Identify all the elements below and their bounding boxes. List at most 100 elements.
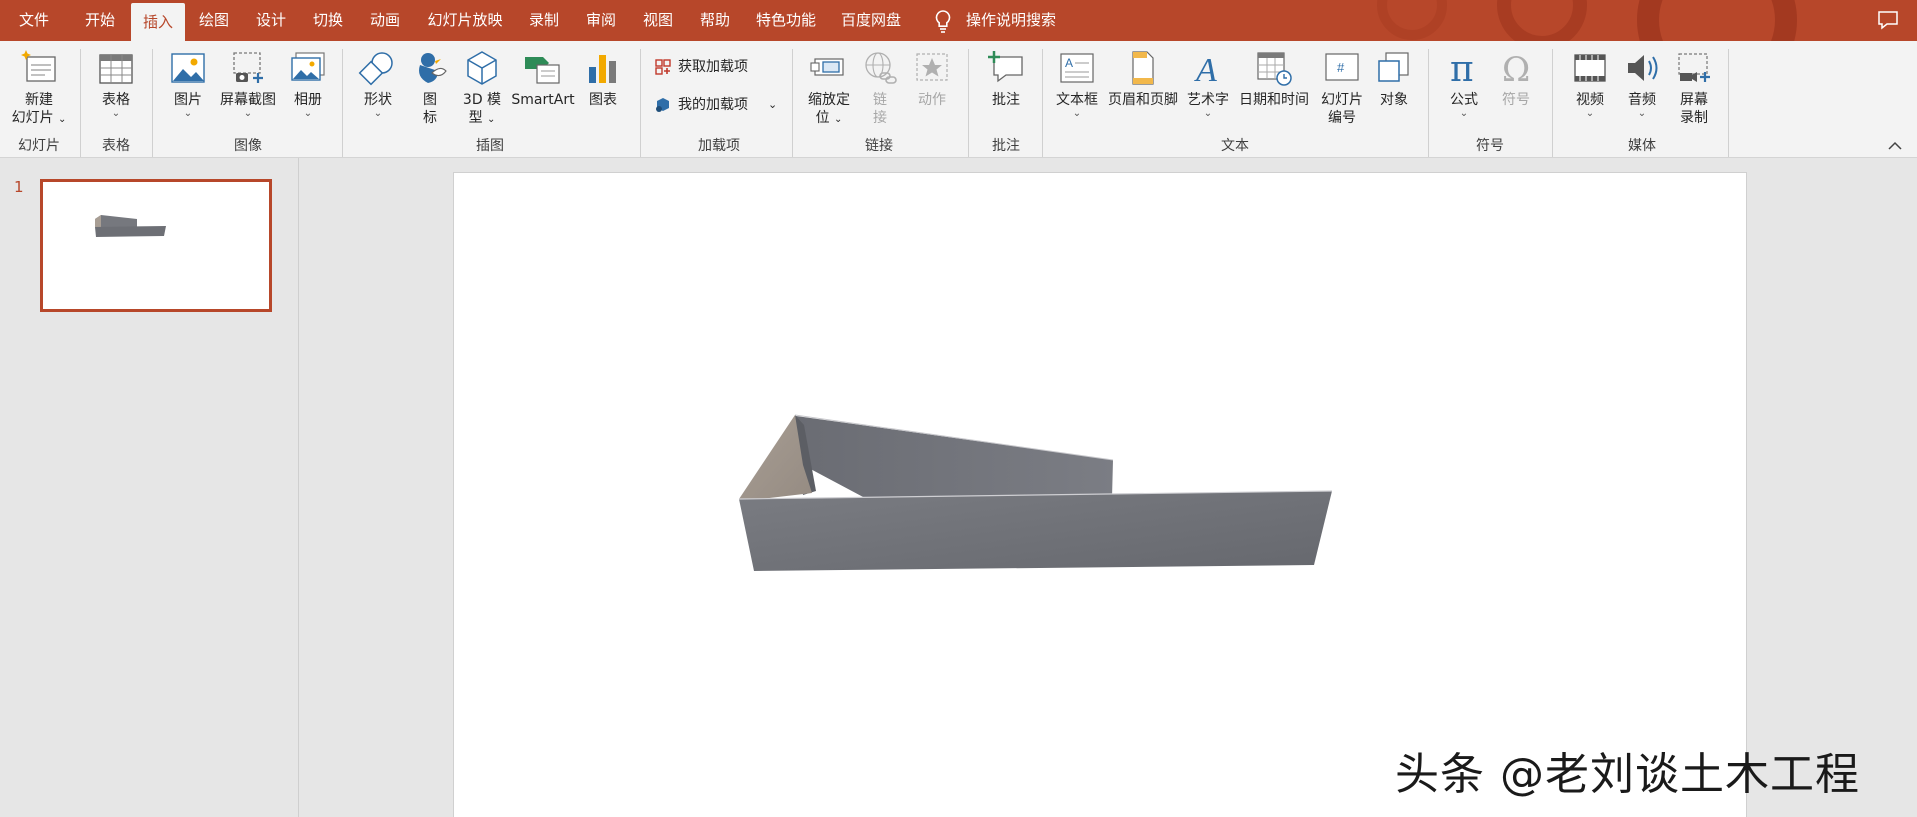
tab-help[interactable]: 帮助 [691, 0, 739, 41]
3d-models-label-line2: 型 [468, 110, 483, 126]
omega-icon: Ω [1502, 50, 1530, 87]
slide-number-icon: # [1325, 53, 1359, 81]
decorative-circle [1497, 0, 1587, 41]
3d-models-button[interactable]: 3D 模 型 ⌄ [458, 49, 506, 129]
wordart-button[interactable]: A 艺术字 ⌄ [1184, 49, 1232, 119]
date-time-label: 日期和时间 [1239, 92, 1309, 108]
star-action-icon [916, 53, 948, 81]
tab-record[interactable]: 录制 [520, 0, 568, 41]
picture-button[interactable]: 图片 ⌄ [166, 49, 210, 119]
object-button[interactable]: 对象 [1372, 49, 1416, 109]
tab-draw[interactable]: 绘图 [190, 0, 238, 41]
smartart-button[interactable]: SmartArt [510, 49, 576, 109]
tab-insert[interactable]: 插入 [131, 3, 185, 41]
chart-label: 图表 [589, 92, 617, 108]
new-comment-icon [988, 51, 1023, 83]
tab-view[interactable]: 视图 [634, 0, 682, 41]
chevron-down-icon: ⌄ [1585, 108, 1595, 119]
tell-me-search[interactable]: 操作说明搜索 [966, 0, 1076, 41]
group-divider [1728, 49, 1729, 157]
slide-number-button[interactable]: # 幻灯片 编号 [1316, 49, 1368, 127]
icons-icon [419, 53, 447, 83]
new-slide-button[interactable]: 新建 幻灯片 ⌄ [8, 49, 70, 129]
tab-slideshow[interactable]: 幻灯片放映 [420, 0, 510, 41]
tab-animations[interactable]: 动画 [361, 0, 409, 41]
comments-icon[interactable] [1877, 10, 1899, 30]
symbol-button[interactable]: Ω 符号 [1494, 49, 1538, 109]
shapes-label: 形状 [364, 92, 392, 108]
group-divider [1042, 49, 1043, 157]
group-label-symbols: 符号 [1476, 138, 1504, 154]
chevron-down-icon: ⌄ [834, 114, 843, 125]
svg-text:A: A [1194, 52, 1217, 87]
group-label-links: 链接 [865, 138, 893, 154]
svg-text:A: A [1065, 56, 1073, 70]
ribbon: 新建 幻灯片 ⌄ 幻灯片 表格 ⌄ 表格 图片 ⌄ 屏幕截图 ⌄ 相册 ⌄ 图像… [0, 41, 1917, 158]
3d-model-shape[interactable] [454, 173, 1748, 817]
new-slide-label-line2: 幻灯片 [11, 110, 54, 126]
collapse-ribbon-icon[interactable] [1887, 139, 1903, 151]
shapes-button[interactable]: 形状 ⌄ [356, 49, 400, 119]
header-footer-label: 页眉和页脚 [1108, 92, 1178, 108]
tab-features[interactable]: 特色功能 [750, 0, 822, 41]
comment-label: 批注 [992, 92, 1020, 108]
screenshot-button[interactable]: 屏幕截图 ⌄ [216, 49, 280, 119]
action-label: 动作 [918, 92, 946, 108]
svg-text:π: π [1450, 49, 1474, 87]
3d-models-label-line1: 3D 模 [462, 92, 502, 108]
decorative-circle [1637, 0, 1797, 41]
slide-canvas[interactable] [453, 172, 1747, 817]
get-addins-button[interactable]: 获取加载项 [654, 56, 784, 78]
date-time-button[interactable]: 日期和时间 [1236, 49, 1312, 109]
equation-label: 公式 [1450, 92, 1478, 108]
svg-text:Ω: Ω [1502, 50, 1530, 87]
calendar-clock-icon [1257, 52, 1292, 86]
zoom-button[interactable]: 缩放定 位 ⌄ [804, 49, 854, 129]
svg-text:#: # [1337, 60, 1345, 75]
chevron-down-icon: ⌄ [1203, 108, 1213, 119]
shapes-icon [358, 52, 393, 86]
group-divider [792, 49, 793, 157]
screen-recording-button[interactable]: 屏幕 录制 [1672, 49, 1716, 127]
tab-design[interactable]: 设计 [247, 0, 295, 41]
video-button[interactable]: 视频 ⌄ [1568, 49, 1612, 119]
slide-number: 1 [14, 178, 24, 196]
zoom-label-line2: 位 [815, 110, 830, 126]
lightbulb-icon [935, 10, 951, 33]
icons-label-line2: 标 [423, 110, 437, 126]
chart-icon [589, 55, 616, 83]
group-divider [1428, 49, 1429, 157]
textbox-button[interactable]: A 文本框 ⌄ [1054, 49, 1100, 119]
menu-bar: 文件 开始 插入 绘图 设计 切换 动画 幻灯片放映 录制 审阅 视图 帮助 特… [0, 0, 1917, 41]
comment-button[interactable]: 批注 [982, 49, 1030, 109]
zoom-icon [810, 58, 844, 76]
new-slide-icon [21, 50, 56, 82]
icons-button[interactable]: 图 标 [410, 49, 450, 127]
slide-thumbnail[interactable] [40, 179, 272, 312]
chevron-down-icon: ⌄ [768, 98, 778, 111]
header-footer-button[interactable]: 页眉和页脚 [1104, 49, 1182, 109]
table-button[interactable]: 表格 ⌄ [92, 49, 140, 119]
equation-button[interactable]: π 公式 ⌄ [1442, 49, 1486, 119]
speaker-icon [1628, 55, 1658, 81]
screen-recording-label-line2: 录制 [1680, 110, 1708, 126]
chart-button[interactable]: 图表 [582, 49, 624, 109]
screen-recording-icon [1678, 53, 1710, 82]
tab-transitions[interactable]: 切换 [304, 0, 352, 41]
tab-review[interactable]: 审阅 [577, 0, 625, 41]
audio-button[interactable]: 音频 ⌄ [1620, 49, 1664, 119]
group-label-media: 媒体 [1628, 138, 1656, 154]
action-button[interactable]: 动作 [910, 49, 954, 109]
globe-link-icon [865, 52, 897, 84]
my-addins-button[interactable]: 我的加载项 ⌄ [654, 94, 784, 116]
photo-album-button[interactable]: 相册 ⌄ [286, 49, 330, 119]
link-button[interactable]: 链 接 [860, 49, 900, 127]
photo-album-label: 相册 [294, 92, 322, 108]
chevron-down-icon: ⌄ [1459, 108, 1469, 119]
back-wall [795, 415, 1113, 498]
chevron-down-icon: ⌄ [243, 108, 253, 119]
tab-baidu-netdisk[interactable]: 百度网盘 [834, 0, 908, 41]
tab-file[interactable]: 文件 [8, 0, 60, 41]
tab-home[interactable]: 开始 [74, 0, 126, 41]
table-icon [99, 54, 133, 84]
